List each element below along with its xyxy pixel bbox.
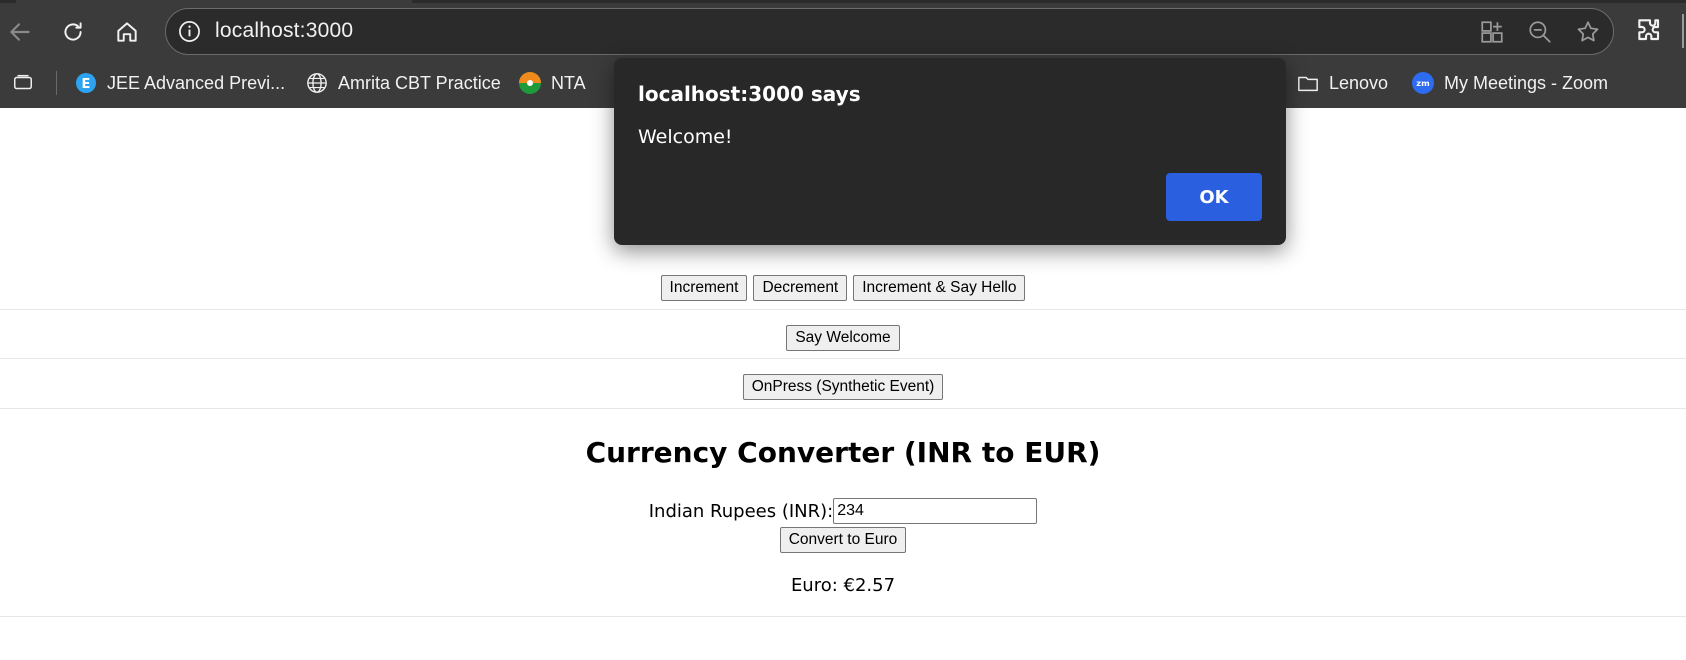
increment-button[interactable]: Increment: [660, 275, 748, 301]
bookmark-label: JEE Advanced Previ...: [107, 72, 286, 93]
section-divider: [0, 408, 1686, 409]
decrement-button[interactable]: Decrement: [753, 275, 848, 301]
inr-label: Indian Rupees (INR):: [648, 500, 834, 522]
convert-button-row: Convert to Euro: [0, 527, 1686, 553]
globe-icon: [306, 72, 328, 94]
reload-button[interactable]: [55, 14, 91, 50]
onpress-button-row: OnPress (Synthetic Event): [0, 374, 1686, 400]
inr-input[interactable]: [833, 498, 1038, 524]
bookmark-folder-lenovo[interactable]: Lenovo: [1297, 62, 1388, 104]
bookmark-nta[interactable]: NTA: [519, 62, 586, 104]
welcome-button-row: Say Welcome: [0, 325, 1686, 351]
tab-actions-button[interactable]: [12, 62, 34, 104]
ok-button[interactable]: OK: [1166, 173, 1262, 221]
address-bar[interactable]: localhost:3000: [165, 8, 1614, 55]
onpress-button[interactable]: OnPress (Synthetic Event): [742, 374, 944, 400]
section-divider: [0, 358, 1686, 359]
bookmarks-divider: [56, 71, 57, 95]
reload-icon: [64, 22, 82, 41]
site-info-icon[interactable]: [178, 20, 201, 43]
counter-button-row: Increment Decrement Increment & Say Hell…: [0, 275, 1686, 301]
zoom-favicon-icon: zm: [1412, 72, 1434, 94]
euro-result: Euro: €2.57: [790, 575, 896, 596]
address-url[interactable]: localhost:3000: [215, 19, 353, 43]
alert-dialog: localhost:3000 says Welcome! OK: [614, 58, 1286, 245]
tab-strip: [0, 0, 1686, 3]
bookmark-label: Amrita CBT Practice: [338, 72, 501, 93]
section-divider: [0, 309, 1686, 310]
toolbar-divider: [1682, 14, 1684, 48]
back-arrow-icon: [10, 23, 30, 41]
zoom-out-icon[interactable]: [1527, 19, 1553, 45]
home-button[interactable]: [109, 14, 145, 50]
bookmark-label: NTA: [551, 72, 586, 93]
bookmark-label: My Meetings - Zoom: [1444, 72, 1609, 93]
convert-to-euro-button[interactable]: Convert to Euro: [779, 527, 907, 553]
folder-icon: [1297, 72, 1319, 94]
bookmark-zoom-meetings[interactable]: zm My Meetings - Zoom: [1412, 62, 1608, 104]
bookmark-label: Lenovo: [1329, 72, 1389, 93]
tab-actions-icon: [12, 72, 34, 94]
nta-favicon-icon: [519, 72, 541, 94]
jee-e-favicon-icon: E: [75, 72, 97, 94]
active-tab-edge[interactable]: [16, 0, 412, 3]
app-available-icon[interactable]: [1479, 19, 1505, 45]
increment-say-hello-button[interactable]: Increment & Say Hello: [853, 275, 1026, 301]
dialog-message: Welcome!: [638, 126, 733, 148]
bookmark-amrita-cbt[interactable]: Amrita CBT Practice: [306, 62, 501, 104]
favorite-star-icon[interactable]: [1575, 19, 1601, 45]
svg-text:zm: zm: [1416, 78, 1429, 88]
bookmark-jee-advanced[interactable]: E JEE Advanced Previ...: [75, 62, 285, 104]
svg-text:E: E: [82, 77, 91, 92]
say-welcome-button[interactable]: Say Welcome: [786, 325, 900, 351]
currency-converter-heading: Currency Converter (INR to EUR): [585, 436, 1101, 469]
back-button[interactable]: [2, 14, 38, 50]
home-icon: [117, 22, 137, 42]
dialog-title: localhost:3000 says: [638, 82, 861, 106]
inr-input-row: Indian Rupees (INR):: [0, 498, 1686, 524]
section-divider: [0, 616, 1686, 617]
extensions-puzzle-icon[interactable]: [1634, 15, 1666, 47]
